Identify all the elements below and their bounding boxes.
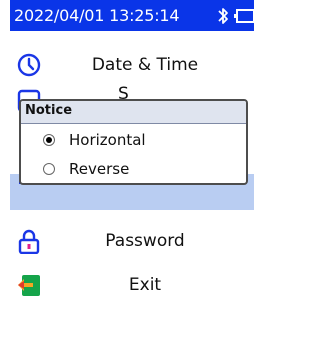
notice-dialog: Notice Horizontal Reverse [19, 99, 248, 185]
dialog-title-bar: Notice [21, 101, 246, 124]
radio-button-checked[interactable] [43, 134, 55, 146]
exit-icon [18, 275, 40, 296]
status-bar: 2022/04/01 13:25:14 [10, 0, 254, 31]
radio-label-horizontal: Horizontal [69, 131, 146, 149]
menu-item-exit[interactable]: Exit [10, 266, 254, 304]
radio-option-reverse[interactable]: Reverse [35, 159, 235, 183]
menu-label-date-time: Date & Time [91, 55, 199, 75]
radio-label-reverse: Reverse [69, 160, 130, 178]
lock-icon [18, 229, 40, 254]
bluetooth-icon [218, 8, 228, 24]
menu-item-password[interactable]: Password [10, 222, 254, 260]
radio-option-horizontal[interactable]: Horizontal [35, 130, 235, 154]
menu-item-date-time[interactable]: Date & Time [10, 46, 254, 84]
menu-label-exit: Exit [128, 275, 162, 295]
radio-button-unchecked[interactable] [43, 163, 55, 175]
dialog-title: Notice [25, 103, 73, 118]
menu-label-password: Password [105, 231, 185, 251]
battery-icon [234, 9, 254, 23]
clock-icon [17, 53, 41, 77]
status-time: 2022/04/01 13:25:14 [14, 6, 180, 25]
